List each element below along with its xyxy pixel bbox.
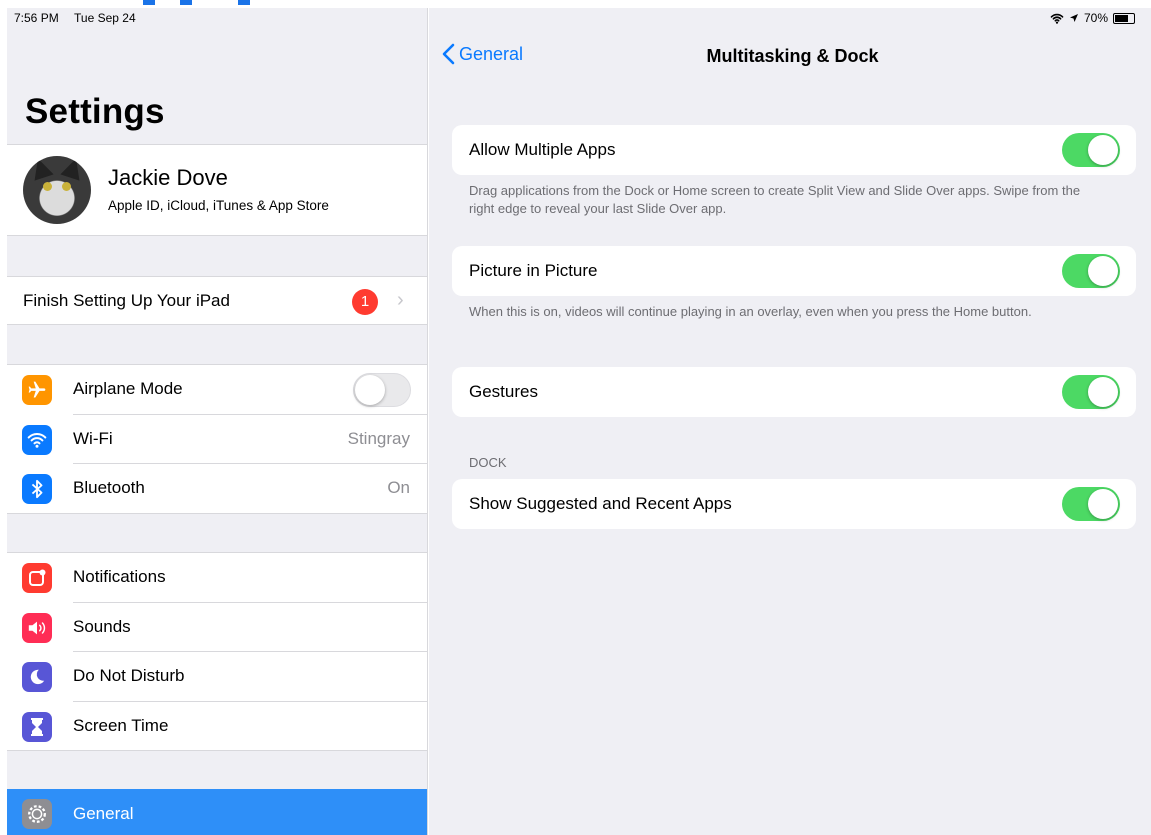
sidebar-item-label: Bluetooth [73,478,145,497]
sidebar-item-sounds[interactable]: Sounds [7,603,427,652]
sidebar-item-label: Do Not Disturb [73,666,185,685]
settings-master-pane: 7:56 PM Tue Sep 24 Settings Jackie Dove … [7,8,428,835]
sidebar-item-notifications[interactable]: Notifications [7,553,427,603]
allow-multiple-apps-footnote: Drag applications from the Dock or Home … [469,183,1081,216]
moon-icon [22,662,52,692]
location-arrow-icon [1069,14,1078,22]
connectivity-group: Airplane Mode Wi-Fi Stingray Bluetooth O… [7,364,427,514]
profile-subtitle: Apple ID, iCloud, iTunes & App Store [108,198,329,213]
sidebar-item-general[interactable]: General [7,789,427,835]
picture-in-picture-footnote: When this is on, videos will continue pl… [469,304,1032,319]
sidebar-item-label: Sounds [73,616,131,636]
allow-multiple-apps-toggle[interactable] [1062,133,1120,167]
picture-in-picture-label: Picture in Picture [469,261,598,280]
sidebar-item-airplane-mode[interactable]: Airplane Mode [7,365,427,415]
speaker-icon [22,612,52,643]
multitasking-detail-pane: 70% General Multitasking & Dock Allow Mu… [429,8,1151,835]
sidebar-item-bluetooth[interactable]: Bluetooth On [7,464,427,514]
picture-in-picture-row[interactable]: Picture in Picture [452,246,1136,296]
notifications-icon [22,563,52,593]
bluetooth-icon [22,474,52,504]
allow-multiple-apps-row[interactable]: Allow Multiple Apps [452,125,1136,175]
gestures-toggle[interactable] [1062,375,1120,409]
gestures-label: Gestures [469,382,538,401]
chevron-right-icon: › [397,289,404,311]
sidebar-item-screen-time[interactable]: Screen Time [7,702,427,752]
notifications-group: Notifications Sounds Do Not Disturb Scre… [7,552,427,752]
page-title: Multitasking & Dock [706,46,879,66]
status-time: 7:56 PM [14,11,59,25]
sidebar-item-label: Wi-Fi [73,428,113,448]
gear-icon [22,799,52,829]
battery-percentage: 70% [1083,11,1108,25]
sidebar-item-do-not-disturb[interactable]: Do Not Disturb [7,652,427,702]
sidebar-item-label: Screen Time [73,715,169,735]
bluetooth-status-value: On [387,478,410,497]
picture-in-picture-toggle[interactable] [1062,254,1120,288]
status-bar-left: 7:56 PM Tue Sep 24 [14,11,136,25]
wifi-status-icon [1050,13,1064,24]
settings-title: Settings [25,92,165,131]
suggested-recent-apps-row[interactable]: Show Suggested and Recent Apps [452,479,1136,529]
sidebar-item-wifi[interactable]: Wi-Fi Stingray [7,415,427,464]
allow-multiple-apps-label: Allow Multiple Apps [469,140,616,159]
notification-badge: 1 [352,289,378,315]
finish-setup-label: Finish Setting Up Your iPad [23,291,230,310]
profile-name: Jackie Dove [108,165,228,190]
hourglass-icon [22,711,52,742]
dock-section-header: DOCK [469,455,507,470]
status-date: Tue Sep 24 [74,11,136,25]
wifi-icon [22,424,52,455]
apple-id-profile-row[interactable]: Jackie Dove Apple ID, iCloud, iTunes & A… [7,144,427,236]
suggested-recent-apps-label: Show Suggested and Recent Apps [469,494,732,513]
sidebar-item-label: Notifications [73,567,166,586]
battery-icon [1113,12,1135,24]
sidebar-item-label: General [73,804,134,823]
sidebar-item-label: Airplane Mode [73,379,183,398]
suggested-recent-apps-toggle[interactable] [1062,487,1120,521]
gestures-row[interactable]: Gestures [452,367,1136,417]
airplane-mode-toggle[interactable] [353,373,411,407]
status-bar-right: 70% [1050,11,1135,25]
airplane-icon [22,375,52,405]
avatar [23,156,91,224]
top-accent-strip [0,0,1151,8]
finish-setup-row[interactable]: Finish Setting Up Your iPad 1 › [7,276,427,325]
wifi-network-value: Stingray [347,428,410,448]
